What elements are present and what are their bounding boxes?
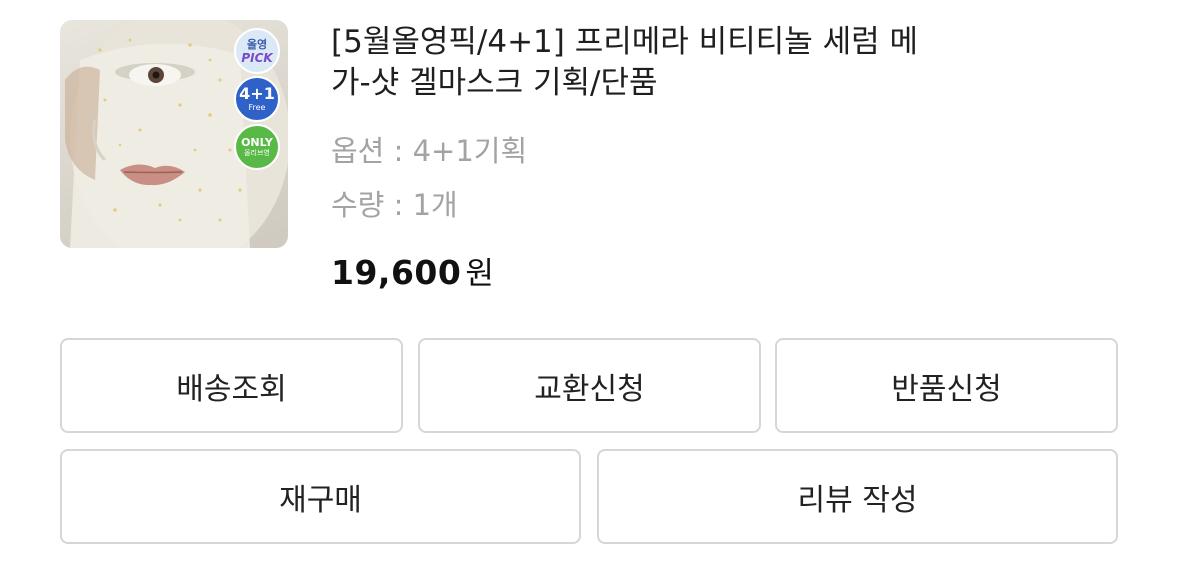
product-option: 옵션 : 4+1기획 [331, 134, 528, 168]
order-item-card: 올영 PICK 4+1 Free ONLY 올리브영 [5월올영픽/4+1] 프… [0, 0, 1179, 565]
product-title-line2: 가-샷 겔마스크 기획/단품 [331, 65, 658, 101]
promo-badge-line2: Free [248, 103, 266, 112]
price-amount: 19,600 [331, 253, 462, 292]
product-info: [5월올영픽/4+1] 프리메라 비티티놀 세럼 메 가-샷 겔마스크 기획/단… [331, 22, 1051, 293]
only-badge-line2: 올리브영 [244, 149, 270, 157]
product-price: 19,600 원 [331, 248, 1051, 293]
promo-badge: 4+1 Free [234, 76, 280, 122]
product-quantity: 수량 : 1개 [331, 188, 458, 222]
request-return-button[interactable]: 반품신청 [775, 338, 1118, 433]
write-review-button[interactable]: 리뷰 작성 [597, 449, 1118, 544]
only-badge-line1: ONLY [241, 136, 273, 149]
promo-badge-line1: 4+1 [239, 84, 275, 103]
product-title-line1: [5월올영픽/4+1] 프리메라 비티티놀 세럼 메 [331, 24, 918, 60]
request-exchange-button[interactable]: 교환신청 [418, 338, 761, 433]
pick-badge-line2: PICK [241, 50, 273, 65]
pick-badge-line1: 올영 [246, 37, 268, 51]
product-title[interactable]: [5월올영픽/4+1] 프리메라 비티티놀 세럼 메 가-샷 겔마스크 기획/단… [331, 22, 1051, 104]
reorder-button[interactable]: 재구매 [60, 449, 581, 544]
price-unit: 원 [465, 256, 494, 292]
only-badge: ONLY 올리브영 [234, 124, 280, 170]
product-thumbnail[interactable]: 올영 PICK 4+1 Free ONLY 올리브영 [60, 20, 288, 248]
track-delivery-button[interactable]: 배송조회 [60, 338, 403, 433]
olive-young-pick-badge: 올영 PICK [234, 28, 280, 74]
